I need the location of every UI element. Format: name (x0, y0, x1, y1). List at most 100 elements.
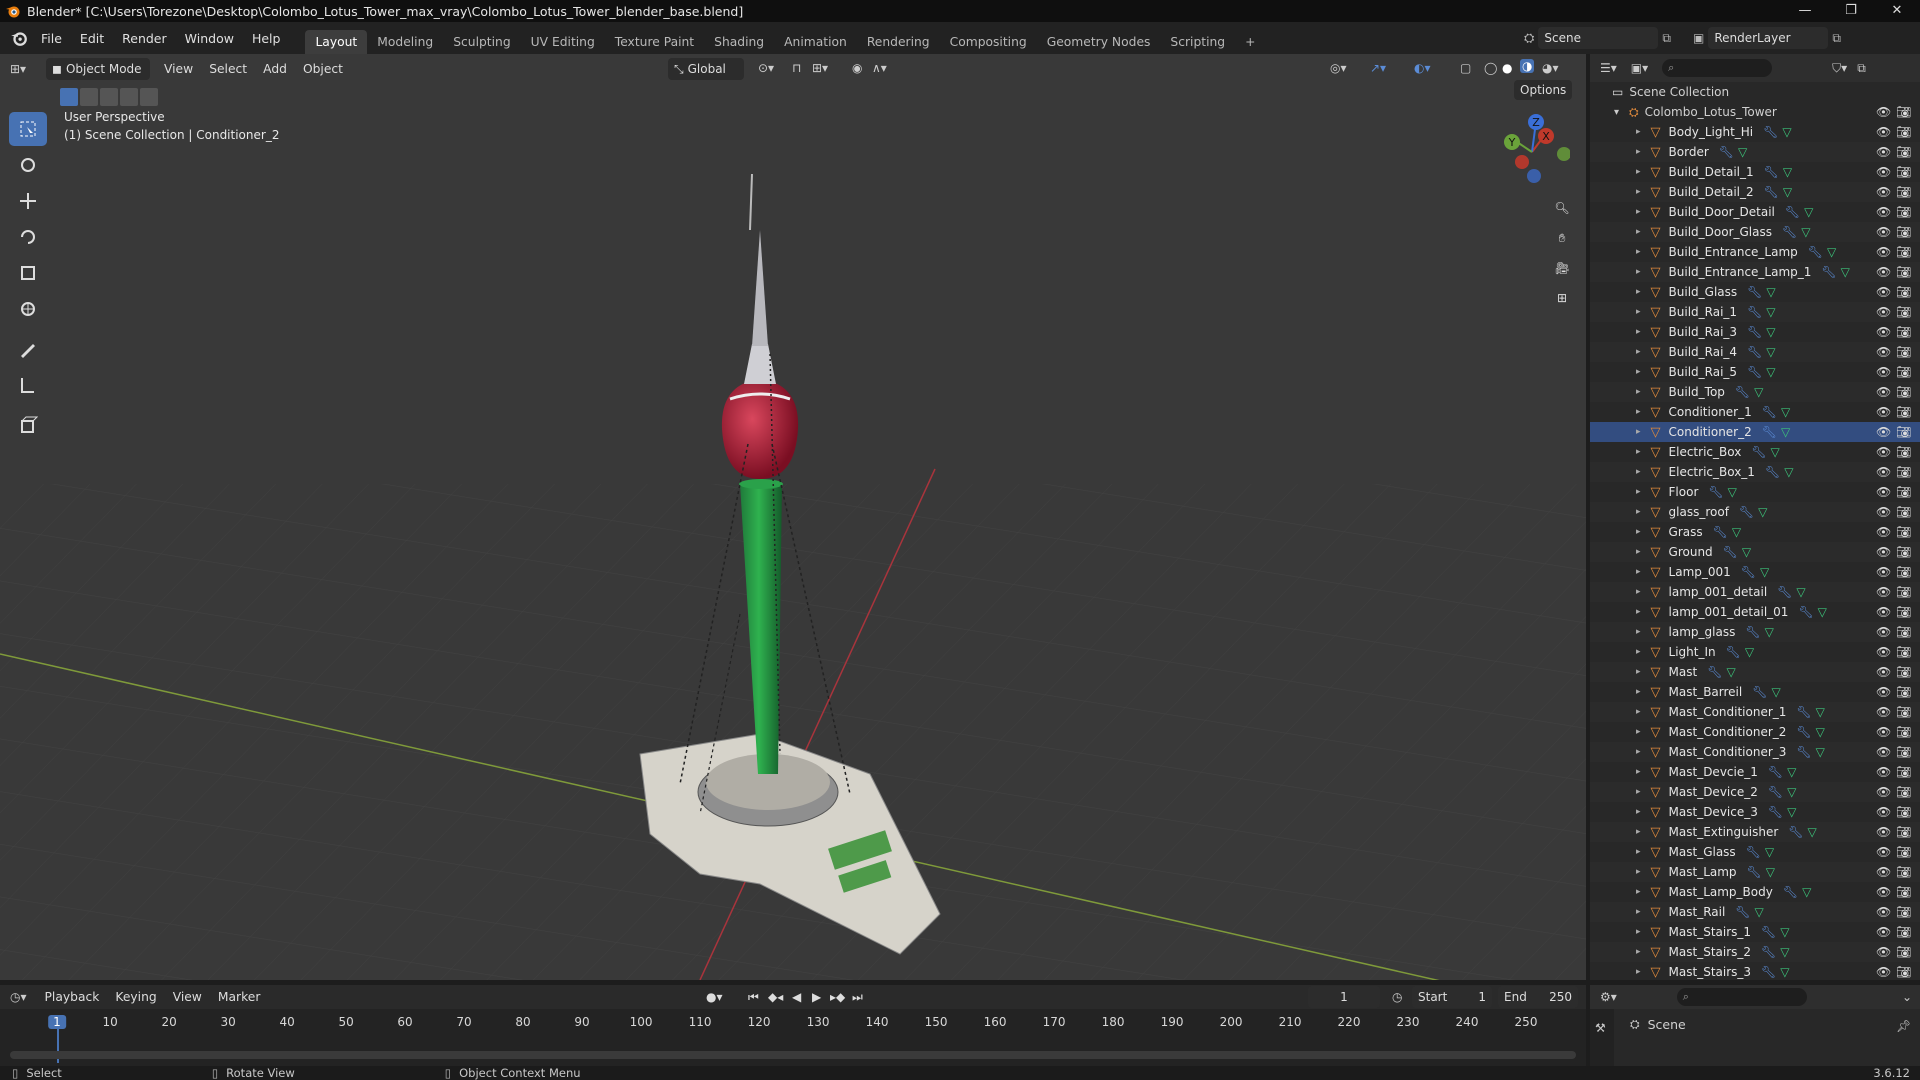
render-camera-icon[interactable]: 📷︎ (1896, 465, 1911, 479)
pivot-icon[interactable]: ⊙▾ (758, 61, 774, 75)
expand-icon[interactable]: ▸ (1636, 247, 1641, 257)
visibility-eye-icon[interactable]: 👁︎ (1876, 725, 1891, 739)
outliner-row[interactable]: ▸ ▽ Build_Top 🔧︎ ▽ 👁︎ 📷︎ (1590, 382, 1920, 402)
menu-file[interactable]: File (32, 31, 71, 46)
perspective-toggle-button[interactable]: ⊞ (1548, 284, 1576, 312)
expand-icon[interactable]: ▸ (1636, 507, 1641, 517)
render-camera-icon[interactable]: 📷︎ (1896, 365, 1911, 379)
expand-icon[interactable]: ▸ (1636, 607, 1641, 617)
visibility-eye-icon[interactable]: 👁︎ (1876, 105, 1891, 119)
visibility-eye-icon[interactable]: 👁︎ (1876, 945, 1891, 959)
expand-icon[interactable]: ▸ (1636, 887, 1641, 897)
render-camera-icon[interactable]: 📷︎ (1896, 745, 1911, 759)
visibility-eye-icon[interactable]: 👁︎ (1876, 445, 1891, 459)
menu-view[interactable]: View (156, 62, 201, 76)
mesh-data-icon[interactable]: ▽ (1766, 865, 1775, 879)
modifier-icon[interactable]: 🔧︎ (1761, 925, 1776, 939)
visibility-eye-icon[interactable]: 👁︎ (1876, 745, 1891, 759)
visibility-eye-icon[interactable]: 👁︎ (1876, 645, 1891, 659)
outliner-row[interactable]: ▸ ▽ Mast_Device_2 🔧︎ ▽ 👁︎ 📷︎ (1590, 782, 1920, 802)
neg-y-handle[interactable] (1557, 147, 1570, 161)
mesh-data-icon[interactable]: ▽ (1801, 225, 1810, 239)
cursor-tool[interactable] (9, 148, 47, 182)
snap-target-icon[interactable]: ⊞▾ (812, 61, 828, 75)
modifier-icon[interactable]: 🔧︎ (1741, 565, 1756, 579)
render-camera-icon[interactable]: 📷︎ (1896, 285, 1911, 299)
outliner-row[interactable]: ▸ ▽ Body_Light_Hi 🔧︎ ▽ 👁︎ 📷︎ (1590, 122, 1920, 142)
mesh-data-icon[interactable]: ▽ (1827, 245, 1836, 259)
visibility-eye-icon[interactable]: 👁︎ (1876, 565, 1891, 579)
mesh-data-icon[interactable]: ▽ (1738, 145, 1747, 159)
visibility-eye-icon[interactable]: 👁︎ (1876, 665, 1891, 679)
render-camera-icon[interactable]: 📷︎ (1896, 505, 1911, 519)
outliner-editor-icon[interactable]: ☰▾ (1600, 61, 1617, 75)
visibility-eye-icon[interactable]: 👁︎ (1876, 205, 1891, 219)
options-chevron-icon[interactable]: ⌄ (1902, 990, 1912, 1004)
outliner-row[interactable]: ▸ ▽ Mast_Extinguisher 🔧︎ ▽ 👁︎ 📷︎ (1590, 822, 1920, 842)
overlay-toggle-icon[interactable]: ◐▾ (1414, 61, 1431, 75)
render-camera-icon[interactable]: 📷︎ (1896, 405, 1911, 419)
visibility-eye-icon[interactable]: 👁︎ (1876, 245, 1891, 259)
outliner-row[interactable]: ▸ ▽ glass_roof 🔧︎ ▽ 👁︎ 📷︎ (1590, 502, 1920, 522)
render-camera-icon[interactable]: 📷︎ (1896, 805, 1911, 819)
mesh-data-icon[interactable]: ▽ (1760, 565, 1769, 579)
play-icon[interactable]: ▶ (812, 990, 821, 1004)
render-camera-icon[interactable]: 📷︎ (1896, 825, 1911, 839)
new-scene-icon[interactable]: ⧉ (1662, 31, 1671, 46)
menu-playback[interactable]: Playback (37, 990, 108, 1004)
modifier-icon[interactable]: 🔧︎ (1777, 585, 1792, 599)
render-camera-icon[interactable]: 📷︎ (1896, 585, 1911, 599)
expand-icon[interactable]: ▸ (1636, 467, 1641, 477)
expand-icon[interactable]: ▸ (1636, 767, 1641, 777)
visibility-eye-icon[interactable]: 👁︎ (1876, 965, 1891, 979)
mesh-data-icon[interactable]: ▽ (1783, 165, 1792, 179)
tab-modeling[interactable]: Modeling (367, 30, 443, 54)
menu-object[interactable]: Object (295, 62, 351, 76)
modifier-icon[interactable]: 🔧︎ (1746, 845, 1761, 859)
blender-menu-icon[interactable] (10, 29, 28, 47)
modifier-icon[interactable]: 🔧︎ (1782, 225, 1797, 239)
modifier-icon[interactable]: 🔧︎ (1735, 385, 1750, 399)
mesh-data-icon[interactable]: ▽ (1728, 485, 1737, 499)
tab-compositing[interactable]: Compositing (940, 30, 1037, 54)
timeline-editor-icon[interactable]: ◷▾ (10, 990, 27, 1004)
modifier-icon[interactable]: 🔧︎ (1808, 245, 1823, 259)
camera-view-button[interactable]: 🎥︎ (1548, 254, 1576, 282)
render-camera-icon[interactable]: 📷︎ (1896, 785, 1911, 799)
expand-icon[interactable]: ▸ (1636, 287, 1641, 297)
expand-icon[interactable]: ▸ (1636, 587, 1641, 597)
render-camera-icon[interactable]: 📷︎ (1896, 425, 1911, 439)
mesh-data-icon[interactable]: ▽ (1787, 785, 1796, 799)
expand-icon[interactable]: ▸ (1636, 727, 1641, 737)
mesh-data-icon[interactable]: ▽ (1783, 185, 1792, 199)
mesh-data-icon[interactable]: ▽ (1771, 445, 1780, 459)
render-camera-icon[interactable]: 📷︎ (1896, 625, 1911, 639)
outliner-row[interactable]: ▸ ▽ Mast_Rail 🔧︎ ▽ 👁︎ 📷︎ (1590, 902, 1920, 922)
expand-icon[interactable]: ▸ (1636, 707, 1641, 717)
modifier-icon[interactable]: 🔧︎ (1761, 965, 1776, 979)
visibility-eye-icon[interactable]: 👁︎ (1876, 625, 1891, 639)
modifier-icon[interactable]: 🔧︎ (1761, 945, 1776, 959)
mesh-data-icon[interactable]: ▽ (1726, 665, 1735, 679)
outliner-row[interactable]: ▸ ▽ Conditioner_2 🔧︎ ▽ 👁︎ 📷︎ (1590, 422, 1920, 442)
outliner-row[interactable]: ▸ ▽ Mast_Barreil 🔧︎ ▽ 👁︎ 📷︎ (1590, 682, 1920, 702)
outliner-row[interactable]: ▸ ▽ lamp_001_detail 🔧︎ ▽ 👁︎ 📷︎ (1590, 582, 1920, 602)
outliner-row[interactable]: ▸ ▽ Build_Entrance_Lamp 🔧︎ ▽ 👁︎ 📷︎ (1590, 242, 1920, 262)
transform-orientation-selector[interactable]: ⤡ Global (668, 58, 744, 80)
render-camera-icon[interactable]: 📷︎ (1896, 205, 1911, 219)
expand-icon[interactable]: ▸ (1636, 327, 1641, 337)
mesh-data-icon[interactable]: ▽ (1754, 385, 1763, 399)
outliner-row[interactable]: ▸ ▽ Mast_Lamp_Body 🔧︎ ▽ 👁︎ 📷︎ (1590, 882, 1920, 902)
expand-icon[interactable]: ▸ (1636, 227, 1641, 237)
outliner-row[interactable]: ▸ ▽ Border 🔧︎ ▽ 👁︎ 📷︎ (1590, 142, 1920, 162)
mesh-data-icon[interactable]: ▽ (1755, 905, 1764, 919)
end-frame-field[interactable]: End 250 (1498, 986, 1578, 1008)
navigation-gizmo[interactable]: Z X Y (1490, 112, 1570, 192)
visibility-eye-icon[interactable]: 👁︎ (1876, 505, 1891, 519)
mesh-data-icon[interactable]: ▽ (1745, 645, 1754, 659)
modifier-icon[interactable]: 🔧︎ (1747, 365, 1762, 379)
outliner-row[interactable]: ▸ ▽ Mast 🔧︎ ▽ 👁︎ 📷︎ (1590, 662, 1920, 682)
render-camera-icon[interactable]: 📷︎ (1896, 845, 1911, 859)
expand-icon[interactable]: ▸ (1636, 527, 1641, 537)
modifier-icon[interactable]: 🔧︎ (1707, 665, 1722, 679)
